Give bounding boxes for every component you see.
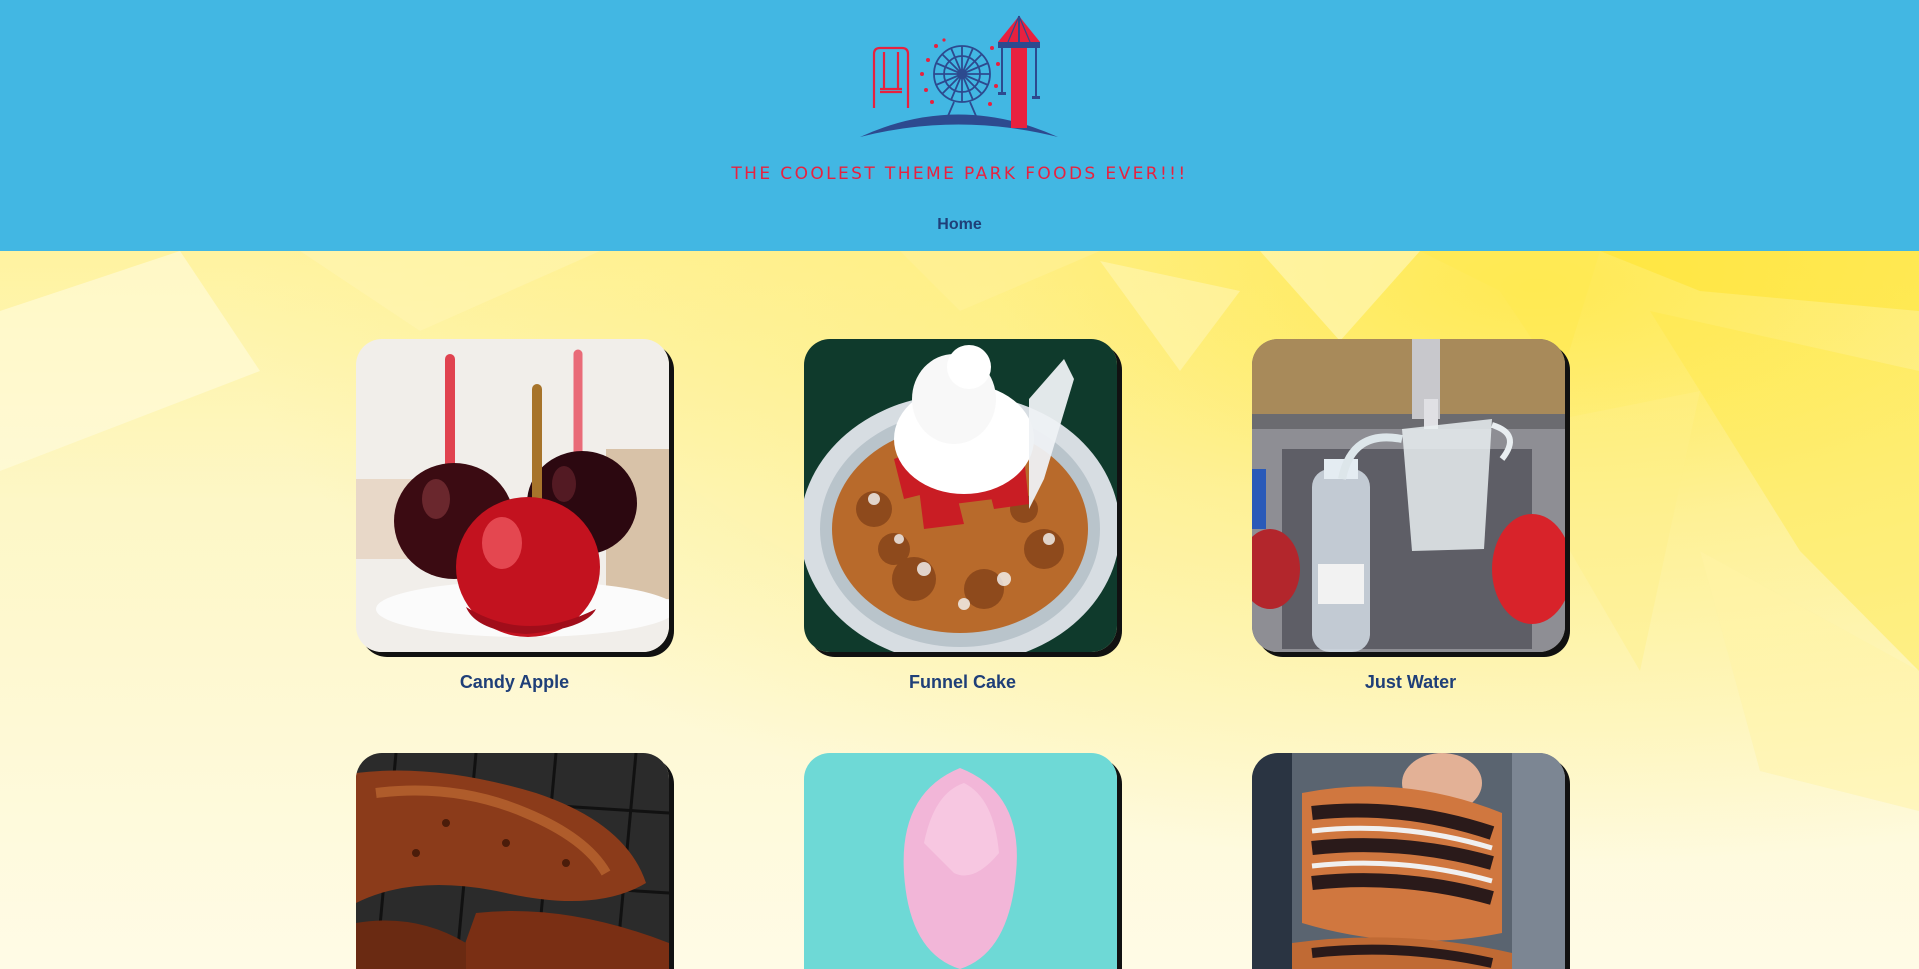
- nav-home-link[interactable]: Home: [937, 216, 981, 233]
- funnel-cake-image[interactable]: [804, 339, 1117, 652]
- candy-apple-image[interactable]: [356, 339, 669, 652]
- turkey-leg-image[interactable]: [356, 753, 669, 969]
- food-card-candy-apple[interactable]: Candy Apple: [356, 339, 673, 693]
- cotton-candy-image[interactable]: [804, 753, 1117, 969]
- food-card-4[interactable]: [356, 753, 673, 969]
- food-caption[interactable]: Just Water: [1252, 672, 1569, 693]
- food-card-5[interactable]: [804, 753, 1121, 969]
- fried-oreo-image[interactable]: [1252, 753, 1565, 969]
- just-water-image[interactable]: [1252, 339, 1565, 652]
- food-card-just-water[interactable]: Just Water: [1252, 339, 1569, 693]
- food-caption[interactable]: Funnel Cake: [804, 672, 1121, 693]
- food-caption[interactable]: Candy Apple: [356, 672, 673, 693]
- site-tagline: THE COOLEST THEME PARK FOODS EVER!!!: [731, 164, 1188, 184]
- main-nav: Home: [0, 216, 1919, 234]
- food-card-funnel-cake[interactable]: Funnel Cake: [804, 339, 1121, 693]
- site-header: THE COOLEST THEME PARK FOODS EVER!!! Hom…: [0, 0, 1919, 251]
- food-card-6[interactable]: [1252, 753, 1569, 969]
- theme-park-logo-icon[interactable]: [858, 12, 1060, 140]
